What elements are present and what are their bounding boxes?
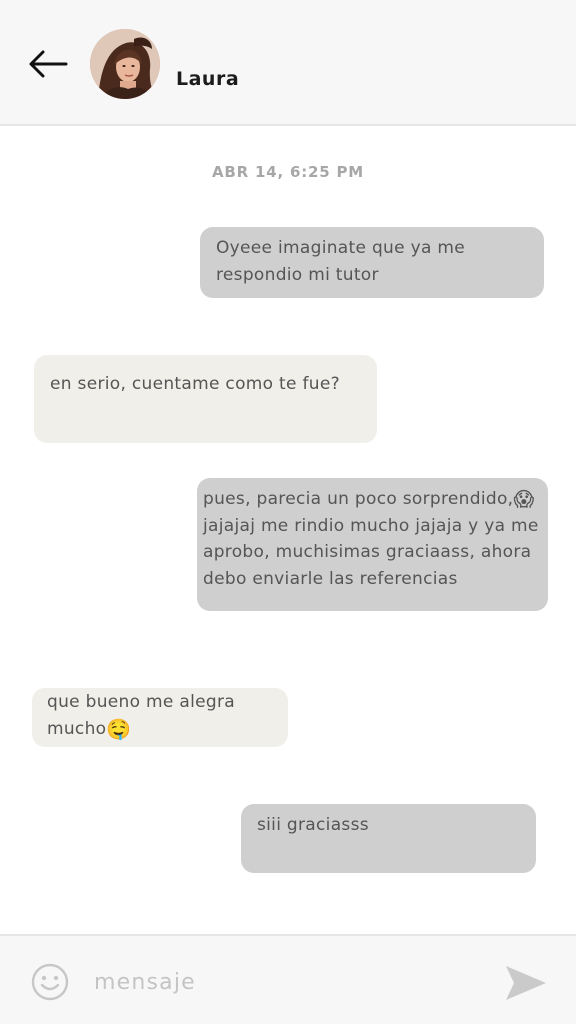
message-bubble-sent[interactable]: pues, parecia un poco sorprendido,😱 jaja… <box>197 478 548 611</box>
message-bubble-received[interactable]: en serio, cuentame como te fue? <box>34 355 377 443</box>
avatar[interactable] <box>90 29 160 99</box>
chat-screen: Laura ABR 14, 6:25 PM Oyeee imaginate qu… <box>0 0 576 1024</box>
message-text: en serio, cuentame como te fue? <box>50 374 340 394</box>
message-text: Oyeee imaginate que ya me respondio mi t… <box>216 238 465 285</box>
back-arrow-icon[interactable] <box>26 44 70 84</box>
message-text: siii graciasss <box>257 815 369 835</box>
contact-name[interactable]: Laura <box>176 68 239 90</box>
message-text: pues, parecia un poco sorprendido, <box>203 489 514 509</box>
screaming-face-emoji: 😱 <box>513 487 535 511</box>
message-text: que bueno me alegra mucho <box>47 692 235 739</box>
send-icon[interactable] <box>503 963 549 1003</box>
drooling-face-emoji: 🤤 <box>106 716 132 741</box>
smiley-icon[interactable] <box>31 963 69 1001</box>
message-bubble-received[interactable]: que bueno me alegra mucho🤤 <box>32 688 288 747</box>
message-input[interactable] <box>92 960 486 1004</box>
chat-header: Laura <box>0 0 576 126</box>
message-composer <box>0 934 576 1024</box>
message-text-continued: jajajaj me rindio mucho jajaja y ya me a… <box>203 515 539 589</box>
chat-timestamp: ABR 14, 6:25 PM <box>211 163 365 181</box>
message-bubble-sent[interactable]: Oyeee imaginate que ya me respondio mi t… <box>200 227 544 298</box>
message-bubble-sent[interactable]: siii graciasss <box>241 804 536 873</box>
